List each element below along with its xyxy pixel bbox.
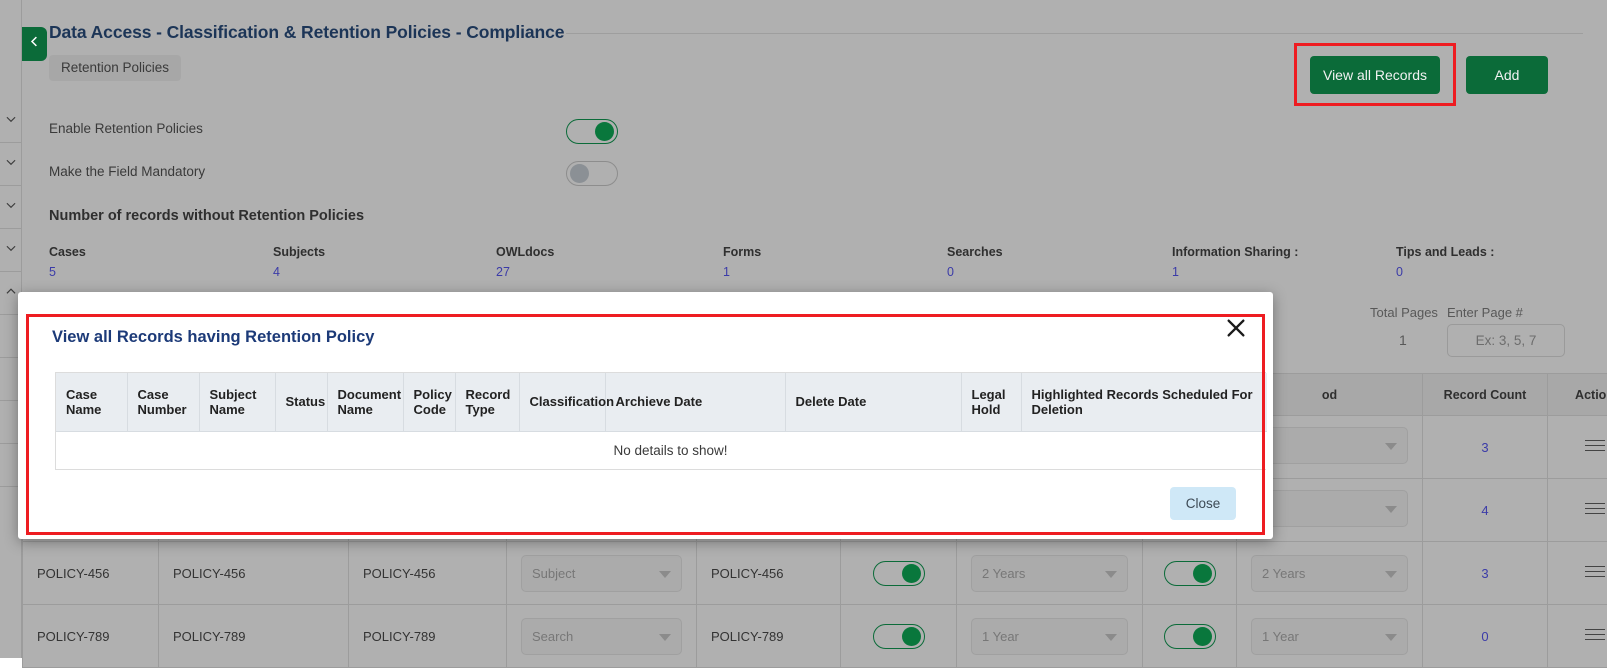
modal-title: View all Records having Retention Policy [52, 328, 374, 347]
modal-col-case-name[interactable]: Case Name [56, 373, 127, 431]
modal-col-record-type[interactable]: Record Type [455, 373, 519, 431]
modal-col-highlighted-records[interactable]: Highlighted Records Scheduled For Deleti… [1021, 373, 1267, 431]
modal-col-subject-name[interactable]: Subject Name [199, 373, 275, 431]
modal-col-case-number[interactable]: Case Number [127, 373, 199, 431]
view-all-records-modal: View all Records having Retention Policy… [18, 292, 1273, 539]
modal-table-header-row: Case Name Case Number Subject Name Statu… [56, 373, 1267, 431]
modal-col-document-name[interactable]: Document Name [327, 373, 403, 431]
modal-empty-message: No details to show! [56, 431, 1267, 469]
modal-col-delete-date[interactable]: Delete Date [785, 373, 961, 431]
modal-records-table: Case Name Case Number Subject Name Statu… [55, 372, 1266, 470]
modal-close-button[interactable]: Close [1170, 487, 1236, 520]
modal-col-status[interactable]: Status [275, 373, 327, 431]
modal-col-classification[interactable]: Classification [519, 373, 605, 431]
modal-col-policy-code[interactable]: Policy Code [403, 373, 455, 431]
close-x-icon [1225, 317, 1249, 339]
modal-col-archieve-date[interactable]: Archieve Date [605, 373, 785, 431]
modal-empty-row: No details to show! [56, 431, 1267, 469]
modal-col-legal-hold[interactable]: Legal Hold [961, 373, 1021, 431]
modal-close-icon-button[interactable] [1225, 316, 1249, 340]
